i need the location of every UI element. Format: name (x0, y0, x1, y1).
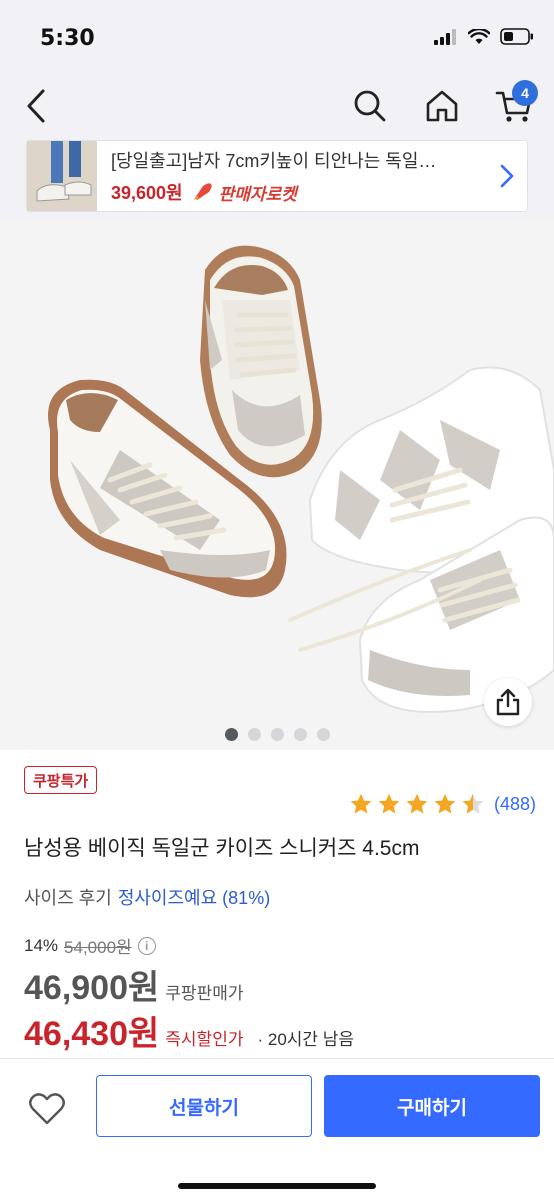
discount-rate: 14% (24, 935, 59, 955)
related-product-banner-area: [당일출고]남자 7cm키높이 티안나는 독일… 39,600원 판매자로켓 (0, 140, 554, 220)
star-icon (406, 793, 428, 814)
share-button[interactable] (484, 678, 532, 726)
status-bar: 5:30 (0, 0, 554, 72)
info-icon[interactable]: i (137, 936, 156, 955)
search-button[interactable] (348, 84, 392, 128)
size-review-value: 정사이즈예요 (81%) (117, 888, 271, 908)
pagination-dot[interactable] (293, 728, 307, 741)
instant-discount-label: 즉시할인가 (165, 1030, 244, 1049)
rocket-icon (192, 183, 212, 200)
battery-icon (500, 28, 533, 45)
time-remaining: · 20시간 남음 (257, 1030, 355, 1049)
wishlist-button[interactable] (26, 1089, 68, 1129)
banner-title: [당일출고]남자 7cm키높이 티안나는 독일… (111, 151, 437, 171)
back-arrow-icon (27, 89, 45, 123)
size-review-label: 사이즈 후기 (24, 888, 112, 908)
sale-price: 46,900원 (24, 969, 160, 1007)
pagination-dot[interactable] (270, 728, 284, 741)
star-icon (378, 793, 400, 814)
home-button[interactable] (420, 84, 464, 128)
nav-bar: 4 (0, 72, 554, 140)
cart-count-badge: 4 (512, 80, 538, 106)
sale-price-row: 46,900원 쿠팡판매가 (24, 960, 243, 1009)
star-icon (434, 793, 456, 814)
pagination-dot[interactable] (247, 728, 261, 741)
instant-discount-price: 46,430원 (24, 1015, 160, 1053)
rating[interactable]: (488) (348, 792, 536, 816)
signal-icon (434, 28, 456, 45)
gallery-pagination (0, 728, 554, 741)
size-review[interactable]: 사이즈 후기 정사이즈예요 (81%) (24, 884, 270, 910)
home-indicator (178, 1183, 376, 1189)
bottom-action-bar: 선물하기 구매하기 (0, 1058, 554, 1200)
star-icon (350, 793, 372, 814)
sneakers-image (0, 220, 554, 750)
banner-chevron (487, 163, 527, 189)
half-star-icon (462, 793, 484, 814)
gift-button[interactable]: 선물하기 (96, 1075, 312, 1137)
instant-discount-row: 46,430원 즉시할인가 · 20시간 남음 (24, 1006, 354, 1055)
back-button[interactable] (18, 84, 58, 128)
banner-thumbnail (27, 141, 97, 211)
heart-icon (29, 1093, 65, 1125)
pagination-dot[interactable] (224, 728, 238, 741)
rating-count[interactable]: (488) (494, 794, 536, 815)
banner-price: 39,600원 (111, 183, 183, 203)
chevron-right-icon (500, 164, 514, 188)
wifi-icon (468, 28, 490, 44)
coupang-deal-badge: 쿠팡특가 (24, 766, 98, 794)
pagination-dot[interactable] (316, 728, 330, 741)
cart-button[interactable]: 4 (492, 80, 538, 128)
original-price: 54,000원 (64, 938, 132, 957)
search-icon (354, 90, 386, 122)
related-product-banner[interactable]: [당일출고]남자 7cm키높이 티안나는 독일… 39,600원 판매자로켓 (26, 140, 528, 212)
status-time: 5:30 (40, 26, 95, 51)
buy-now-button[interactable]: 구매하기 (324, 1075, 540, 1137)
share-icon (496, 688, 520, 716)
product-title: 남성용 베이직 독일군 카이즈 스니커즈 4.5cm (24, 837, 420, 860)
discount-row: 14% 54,000원 i (24, 933, 156, 958)
home-icon (426, 90, 458, 122)
rocket-delivery-label: 판매자로켓 (218, 184, 297, 204)
product-image-gallery[interactable] (0, 220, 554, 750)
sale-price-label: 쿠팡판매가 (165, 984, 244, 1003)
status-icons (434, 28, 534, 45)
